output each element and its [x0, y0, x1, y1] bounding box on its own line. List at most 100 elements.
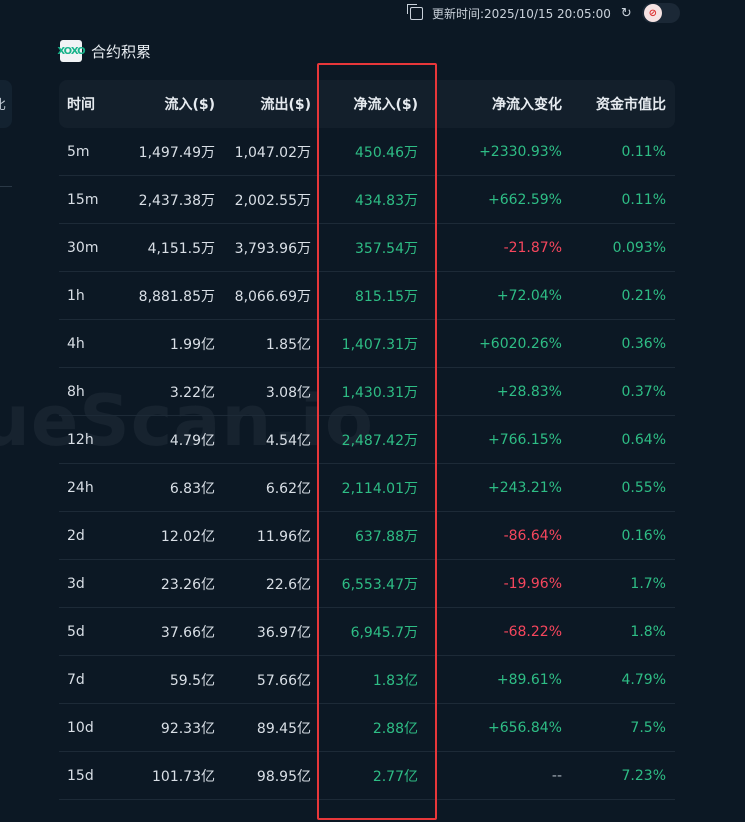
cell-inflow: 101.73亿	[121, 751, 215, 800]
cell-ratio: 0.093%	[562, 223, 675, 272]
cell-net-change: +243.21%	[418, 463, 562, 512]
cell-outflow: 89.45亿	[215, 703, 311, 752]
cell-inflow: 2,437.38万	[121, 175, 215, 224]
cell-net-inflow: 434.83万	[311, 175, 418, 224]
cell-ratio: 1.7%	[562, 559, 675, 608]
cell-net-change: +28.83%	[418, 367, 562, 416]
theme-toggle[interactable]: ⊘	[641, 3, 680, 23]
cell-ratio: 0.16%	[562, 511, 675, 560]
cell-net-inflow: 6,553.47万	[311, 559, 418, 608]
cell-time: 3d	[59, 559, 121, 608]
cell-outflow: 22.6亿	[215, 559, 311, 608]
cell-outflow: 57.66亿	[215, 655, 311, 704]
cell-net-inflow: 2,487.42万	[311, 415, 418, 464]
header-outflow[interactable]: 流出($)	[215, 80, 311, 128]
table-row: 7d 59.5亿 57.66亿 1.83亿 +89.61% 4.79%	[59, 655, 675, 704]
cell-ratio: 0.37%	[562, 367, 675, 416]
cell-time: 2d	[59, 511, 121, 560]
refresh-icon[interactable]: ↻	[621, 6, 632, 21]
cell-inflow: 1.99亿	[121, 319, 215, 368]
cell-time: 7d	[59, 655, 121, 704]
header-net-inflow[interactable]: 净流入($)	[311, 80, 418, 128]
cell-inflow: 92.33亿	[121, 703, 215, 752]
cell-inflow: 4.79亿	[121, 415, 215, 464]
cell-net-inflow: 357.54万	[311, 223, 418, 272]
header-ratio[interactable]: 资金市值比	[562, 80, 675, 128]
cell-net-inflow: 2.77亿	[311, 751, 418, 800]
cell-net-inflow: 450.46万	[311, 128, 418, 176]
table-row: 15m 2,437.38万 2,002.55万 434.83万 +662.59% 0.11…	[59, 175, 675, 224]
cell-time: 15d	[59, 751, 121, 800]
cell-net-inflow: 815.15万	[311, 271, 418, 320]
cell-outflow: 1.85亿	[215, 319, 311, 368]
cell-time: 8h	[59, 367, 121, 416]
cell-ratio: 0.55%	[562, 463, 675, 512]
section-title: 合约积累	[91, 42, 152, 61]
cell-inflow: 23.26亿	[121, 559, 215, 608]
cell-outflow: 6.62亿	[215, 463, 311, 512]
cell-inflow: 3.22亿	[121, 367, 215, 416]
table-row: 15d 101.73亿 98.95亿 2.77亿 -- 7.23%	[59, 751, 675, 800]
cell-net-inflow: 6,945.7万	[311, 607, 418, 656]
cell-ratio: 0.21%	[562, 271, 675, 320]
cell-inflow: 12.02亿	[121, 511, 215, 560]
cell-net-change: +656.84%	[418, 703, 562, 752]
cell-net-change: -21.87%	[418, 223, 562, 272]
cell-net-change: -19.96%	[418, 559, 562, 608]
cell-time: 10d	[59, 703, 121, 752]
cell-inflow: 1,497.49万	[121, 128, 215, 176]
cell-time: 30m	[59, 223, 121, 272]
cell-ratio: 0.36%	[562, 319, 675, 368]
copy-icon[interactable]	[407, 3, 423, 20]
table-row: 8h 3.22亿 3.08亿 1,430.31万 +28.83% 0.37%	[59, 367, 675, 416]
cell-time: 5d	[59, 607, 121, 656]
table-row: 12h 4.79亿 4.54亿 2,487.42万 +766.15% 0.64%	[59, 415, 675, 464]
cell-net-inflow: 2,114.01万	[311, 463, 418, 512]
cell-ratio: 0.11%	[562, 175, 675, 224]
cell-outflow: 3.08亿	[215, 367, 311, 416]
toggle-knob-icon: ⊘	[643, 4, 662, 22]
cell-ratio: 0.64%	[562, 415, 675, 464]
cell-inflow: 8,881.85万	[121, 271, 215, 320]
header-inflow[interactable]: 流入($)	[121, 80, 215, 128]
table-row: 5m 1,497.49万 1,047.02万 450.46万 +2330.93% 0.11…	[59, 128, 675, 176]
update-time: 更新时间:2025/10/15 20:05:00	[432, 6, 611, 21]
table-row: 1h 8,881.85万 8,066.69万 815.15万 +72.04% 0.21%	[59, 271, 675, 320]
cell-net-change: --	[418, 751, 562, 800]
cell-outflow: 8,066.69万	[215, 271, 311, 320]
table-row: 2d 12.02亿 11.96亿 637.88万 -86.64% 0.16%	[59, 511, 675, 560]
cell-net-change: +662.59%	[418, 175, 562, 224]
table-row: 5d 37.66亿 36.97亿 6,945.7万 -68.22% 1.8%	[59, 607, 675, 656]
cell-inflow: 59.5亿	[121, 655, 215, 704]
contract-accumulation-table: 时间 流入($) 流出($) 净流入($) 净流入变化 资金市值比 5m 1,49…	[59, 80, 675, 800]
table-header-row: 时间 流入($) 流出($) 净流入($) 净流入变化 资金市值比	[59, 80, 675, 128]
cell-net-change: +89.61%	[418, 655, 562, 704]
cell-net-inflow: 637.88万	[311, 511, 418, 560]
cell-net-inflow: 2.88亿	[311, 703, 418, 752]
header-time[interactable]: 时间	[59, 80, 121, 128]
cell-ratio: 7.23%	[562, 751, 675, 800]
section-header: XOXO 合约积累	[57, 40, 152, 62]
table-row: 4h 1.99亿 1.85亿 1,407.31万 +6020.26% 0.36%	[59, 319, 675, 368]
cell-ratio: 0.11%	[562, 128, 675, 176]
header-net-change[interactable]: 净流入变化	[418, 80, 562, 128]
cell-time: 15m	[59, 175, 121, 224]
cell-time: 4h	[59, 319, 121, 368]
cell-net-inflow: 1.83亿	[311, 655, 418, 704]
cell-outflow: 2,002.55万	[215, 175, 311, 224]
cell-outflow: 36.97亿	[215, 607, 311, 656]
cell-inflow: 6.83亿	[121, 463, 215, 512]
cell-ratio: 7.5%	[562, 703, 675, 752]
cell-net-inflow: 1,430.31万	[311, 367, 418, 416]
left-panel-fragment: 比	[0, 80, 12, 128]
cell-time: 12h	[59, 415, 121, 464]
cell-net-change: +2330.93%	[418, 128, 562, 176]
cell-net-change: +6020.26%	[418, 319, 562, 368]
cell-net-change: +72.04%	[418, 271, 562, 320]
cell-ratio: 1.8%	[562, 607, 675, 656]
cell-inflow: 37.66亿	[121, 607, 215, 656]
logo-icon: XOXO	[57, 40, 86, 62]
cell-net-change: +766.15%	[418, 415, 562, 464]
table-row: 3d 23.26亿 22.6亿 6,553.47万 -19.96% 1.7%	[59, 559, 675, 608]
cell-time: 24h	[59, 463, 121, 512]
